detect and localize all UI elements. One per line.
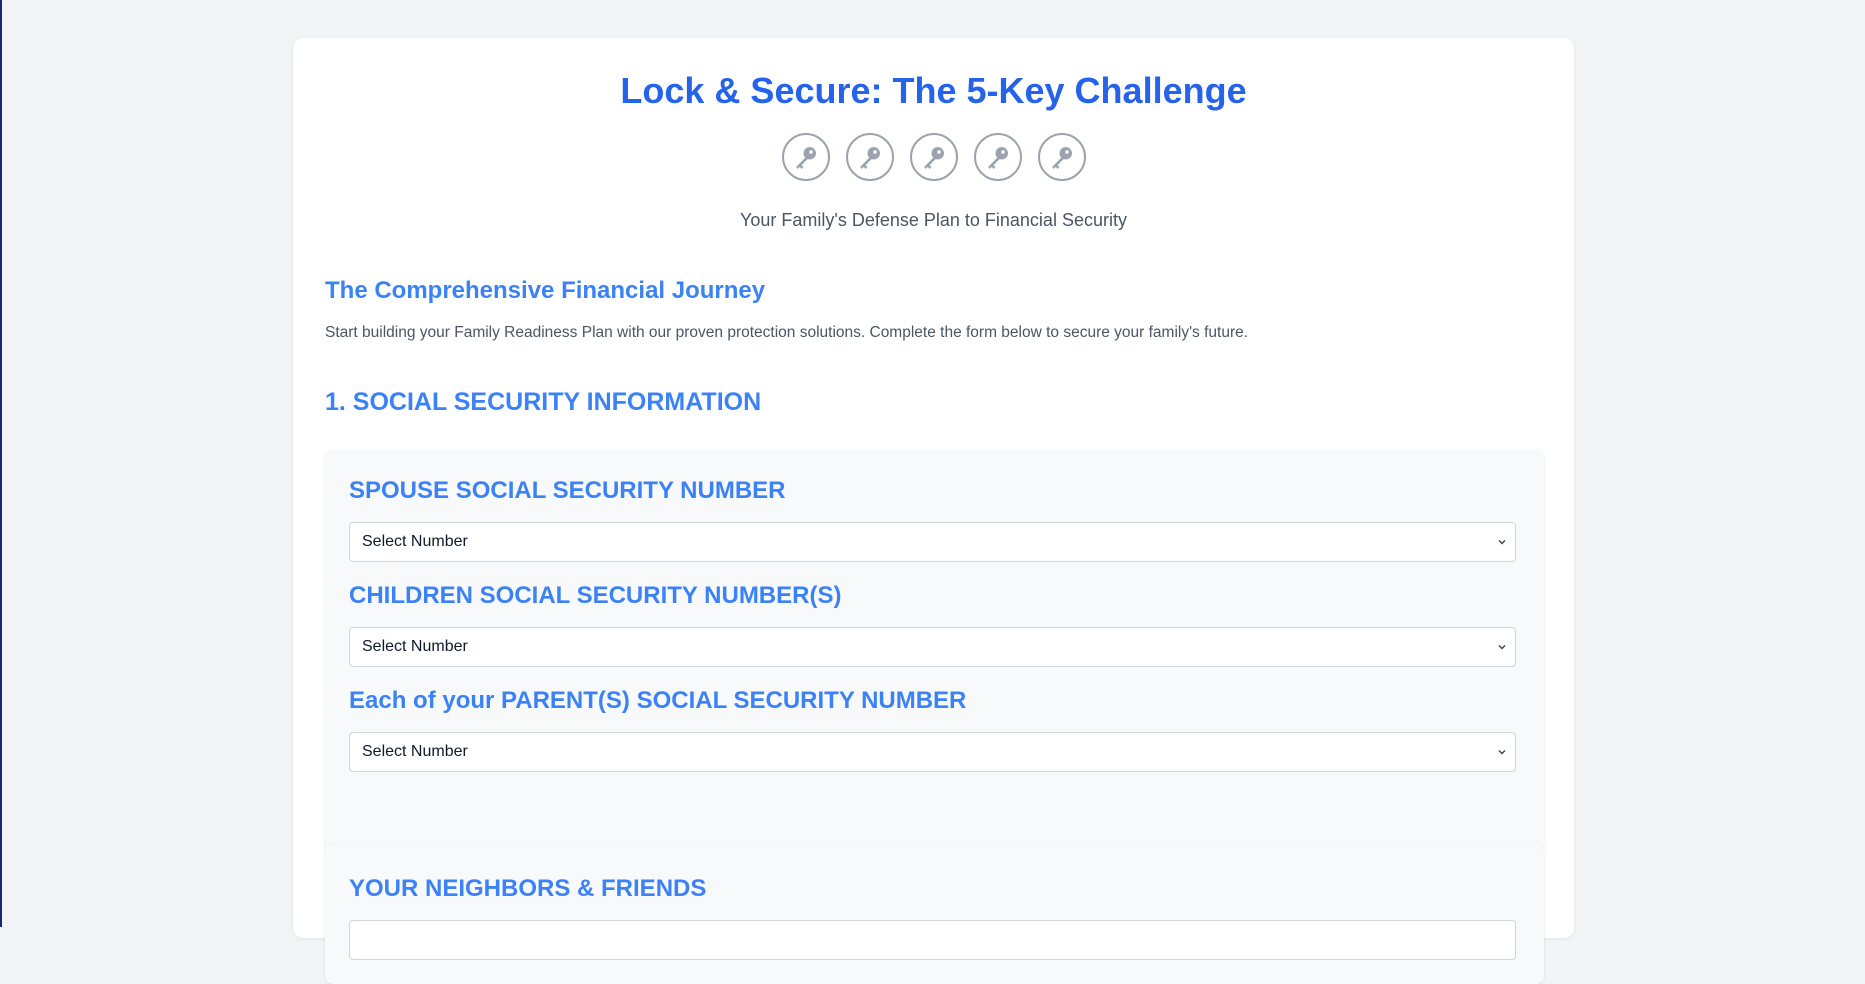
children-ssn-selected: Select Number	[362, 638, 468, 655]
key-progress-row	[293, 133, 1574, 181]
main-card: Lock & Secure: The 5-Key Challenge Your …	[293, 38, 1574, 984]
page-title: Lock & Secure: The 5-Key Challenge	[620, 70, 1247, 111]
chevron-down-icon	[1498, 750, 1506, 755]
neighbors-friends-panel: YOUR NEIGHBORS & FRIENDS	[325, 844, 1544, 984]
window-left-edge	[0, 0, 2, 927]
parents-ssn-label: Each of your PARENT(S) SOCIAL SECURITY N…	[349, 687, 967, 714]
neighbors-friends-label: YOUR NEIGHBORS & FRIENDS	[349, 875, 707, 902]
chevron-down-icon	[1498, 540, 1506, 545]
tagline: Your Family's Defense Plan to Financial …	[740, 210, 1127, 230]
spouse-ssn-selected: Select Number	[362, 533, 468, 550]
children-ssn-select[interactable]: Select Number	[349, 627, 1516, 667]
journey-title: The Comprehensive Financial Journey	[325, 277, 766, 304]
parents-ssn-selected: Select Number	[362, 743, 468, 760]
key-icon	[1037, 133, 1086, 181]
key-icon	[845, 133, 894, 181]
key-icon	[909, 133, 958, 181]
social-security-panel: SPOUSE SOCIAL SECURITY NUMBER Select Num…	[325, 450, 1544, 851]
neighbors-friends-select[interactable]	[349, 920, 1516, 960]
parents-ssn-select[interactable]: Select Number	[349, 732, 1516, 772]
key-icon	[781, 133, 830, 181]
children-ssn-label: CHILDREN SOCIAL SECURITY NUMBER(S)	[349, 582, 842, 609]
chevron-down-icon	[1498, 645, 1506, 650]
key-icon	[973, 133, 1022, 181]
section-title-social-security: 1. SOCIAL SECURITY INFORMATION	[325, 388, 762, 416]
journey-description: Start building your Family Readiness Pla…	[325, 324, 1249, 341]
spouse-ssn-label: SPOUSE SOCIAL SECURITY NUMBER	[349, 477, 786, 504]
spouse-ssn-select[interactable]: Select Number	[349, 522, 1516, 562]
